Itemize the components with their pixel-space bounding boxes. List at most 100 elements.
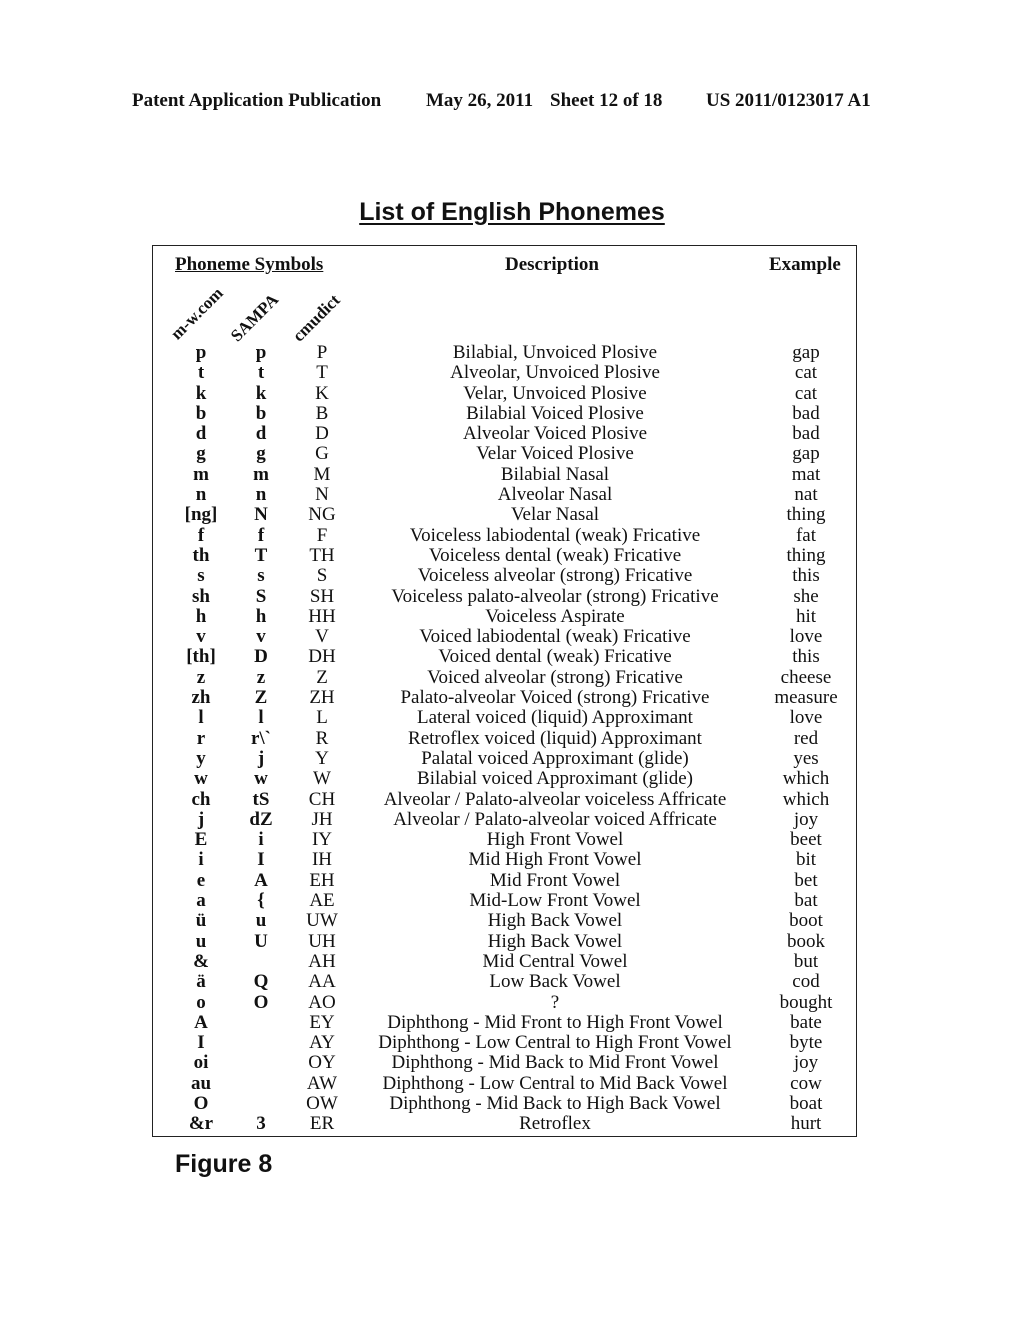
description: High Back Vowel bbox=[487, 910, 623, 932]
sampa-symbol: I bbox=[257, 849, 265, 871]
sampa-symbol: b bbox=[255, 402, 267, 424]
mw-symbol: n bbox=[195, 484, 207, 506]
col-label-sampa: SAMPA bbox=[226, 290, 283, 346]
mw-symbol: [ng] bbox=[184, 504, 218, 526]
header-description: Description bbox=[505, 254, 599, 275]
mw-symbol: i bbox=[198, 849, 204, 871]
table-row: y j Y Palatal voiced Approximant (glide) yes bbox=[153, 747, 856, 769]
description: Bilabial Voiced Plosive bbox=[466, 402, 644, 424]
table-row: g g G Velar Voiced Plosive gap bbox=[153, 444, 856, 464]
cmudict-symbol: ER bbox=[309, 1113, 335, 1135]
mw-symbol: r bbox=[196, 727, 206, 749]
col-label-mw: m-w.com bbox=[166, 283, 227, 344]
example-word: joy bbox=[793, 808, 819, 830]
description: Alveolar / Palato-alveolar voiceless Aff… bbox=[383, 788, 727, 810]
cmudict-symbol: IH bbox=[311, 849, 333, 871]
description: Diphthong - Mid Front to High Front Vowe… bbox=[387, 1011, 723, 1033]
example-word: bit bbox=[795, 849, 817, 871]
cmudict-symbol: N bbox=[315, 484, 329, 506]
example-word: red bbox=[793, 727, 819, 749]
mw-symbol: ä bbox=[196, 971, 206, 993]
mw-symbol: z bbox=[196, 666, 206, 688]
mw-symbol: ch bbox=[191, 788, 211, 810]
sampa-symbol: D bbox=[254, 646, 268, 668]
example-word: yes bbox=[793, 747, 819, 769]
sheet-number: Sheet 12 of 18 bbox=[550, 90, 663, 111]
mw-symbol: y bbox=[196, 747, 206, 769]
sampa-symbol: s bbox=[257, 565, 265, 587]
mw-symbol: e bbox=[196, 869, 206, 891]
description: Bilabial, Unvoiced Plosive bbox=[452, 342, 658, 363]
example-word: joy bbox=[793, 1052, 819, 1074]
table-row: th T TH Voiceless dental (weak) Fricative th… bbox=[153, 544, 856, 566]
sampa-symbol: T bbox=[254, 544, 268, 566]
table-row: A EY Diphthong - Mid Front to High Front V… bbox=[153, 1011, 856, 1033]
sampa-symbol: U bbox=[254, 930, 268, 952]
table-row: ü u UW High Back Vowel boot bbox=[153, 911, 856, 931]
table-row: O OW Diphthong - Mid Back to High Back Vow… bbox=[153, 1092, 856, 1114]
description: Voiceless palato-alveolar (strong) Frica… bbox=[391, 585, 719, 607]
mw-symbol: w bbox=[194, 768, 208, 790]
description: Diphthong - Low Central to High Front Vo… bbox=[378, 1032, 732, 1054]
cmudict-symbol: JH bbox=[311, 808, 333, 830]
description: High Front Vowel bbox=[486, 829, 624, 851]
mw-symbol: d bbox=[195, 423, 207, 445]
table-row: p p P Bilabial, Unvoiced Plosive gap bbox=[153, 343, 856, 363]
example-word: she bbox=[793, 585, 819, 607]
sampa-symbol: r\` bbox=[250, 727, 272, 749]
example-word: cod bbox=[792, 971, 820, 993]
description: ? bbox=[550, 991, 560, 1013]
cmudict-symbol: OW bbox=[306, 1092, 338, 1114]
mw-symbol: a bbox=[196, 890, 206, 912]
mw-symbol: s bbox=[197, 565, 205, 587]
sampa-symbol: l bbox=[258, 707, 264, 729]
table-row: e A EH Mid Front Vowel bet bbox=[153, 869, 856, 891]
description: Voiced labiodental (weak) Fricative bbox=[419, 626, 691, 648]
example-word: beet bbox=[790, 829, 822, 851]
table-row: t t T Alveolar, Unvoiced Plosive cat bbox=[153, 363, 856, 383]
table-row: l l L Lateral voiced (liquid) Approximant lo… bbox=[153, 708, 856, 728]
description: Voiced alveolar (strong) Fricative bbox=[427, 666, 683, 688]
sampa-symbol: m bbox=[253, 463, 269, 485]
cmudict-symbol: V bbox=[315, 626, 329, 648]
mw-symbol: sh bbox=[192, 585, 210, 607]
table-row: [ng] N NG Velar Nasal thing bbox=[153, 505, 856, 525]
sampa-symbol: z bbox=[256, 666, 266, 688]
cmudict-symbol: NG bbox=[308, 504, 336, 526]
description: Mid Central Vowel bbox=[482, 950, 628, 972]
description: Voiceless labiodental (weak) Fricative bbox=[409, 524, 701, 546]
description: Lateral voiced (liquid) Approximant bbox=[417, 707, 693, 729]
description: Alveolar Voiced Plosive bbox=[463, 423, 647, 445]
cmudict-symbol: Y bbox=[315, 747, 329, 769]
sampa-symbol: h bbox=[255, 605, 267, 627]
table-row: r r\` R Retroflex voiced (liquid) Approxima… bbox=[153, 727, 856, 749]
cmudict-symbol: T bbox=[316, 362, 328, 384]
example-word: fat bbox=[795, 524, 817, 546]
description: Voiceless alveolar (strong) Fricative bbox=[417, 565, 693, 587]
example-word: bate bbox=[790, 1011, 822, 1033]
sampa-symbol: 3 bbox=[256, 1113, 266, 1135]
mw-symbol: t bbox=[197, 362, 205, 384]
example-word: gap bbox=[792, 443, 820, 465]
publication-label: Patent Application Publication bbox=[132, 90, 382, 111]
sampa-symbol: { bbox=[257, 890, 265, 912]
example-word: cat bbox=[794, 362, 818, 384]
table-row: oi OY Diphthong - Mid Back to Mid Front Vo… bbox=[153, 1053, 856, 1073]
mw-symbol: au bbox=[190, 1072, 212, 1094]
table-row: sh S SH Voiceless palato-alveolar (strong) … bbox=[153, 585, 856, 607]
mw-symbol: m bbox=[193, 463, 209, 485]
table-row: Ei IY High Front Vowel beet bbox=[153, 830, 856, 850]
cmudict-symbol: Z bbox=[316, 666, 328, 688]
example-word: byte bbox=[789, 1032, 823, 1054]
cmudict-symbol: AA bbox=[308, 971, 336, 993]
cmudict-symbol: CH bbox=[308, 788, 336, 810]
example-word: bet bbox=[794, 869, 818, 891]
description: Diphthong - Mid Back to High Back Vowel bbox=[389, 1092, 721, 1114]
sampa-symbol: N bbox=[254, 504, 268, 526]
description: Velar, Unvoiced Plosive bbox=[463, 382, 647, 404]
description: Diphthong - Mid Back to Mid Front Vowel bbox=[391, 1052, 719, 1074]
cmudict-symbol: SH bbox=[309, 585, 335, 607]
description: Voiceless dental (weak) Fricative bbox=[428, 544, 682, 566]
description: Velar Voiced Plosive bbox=[476, 443, 634, 465]
cmudict-symbol: HH bbox=[308, 605, 336, 627]
